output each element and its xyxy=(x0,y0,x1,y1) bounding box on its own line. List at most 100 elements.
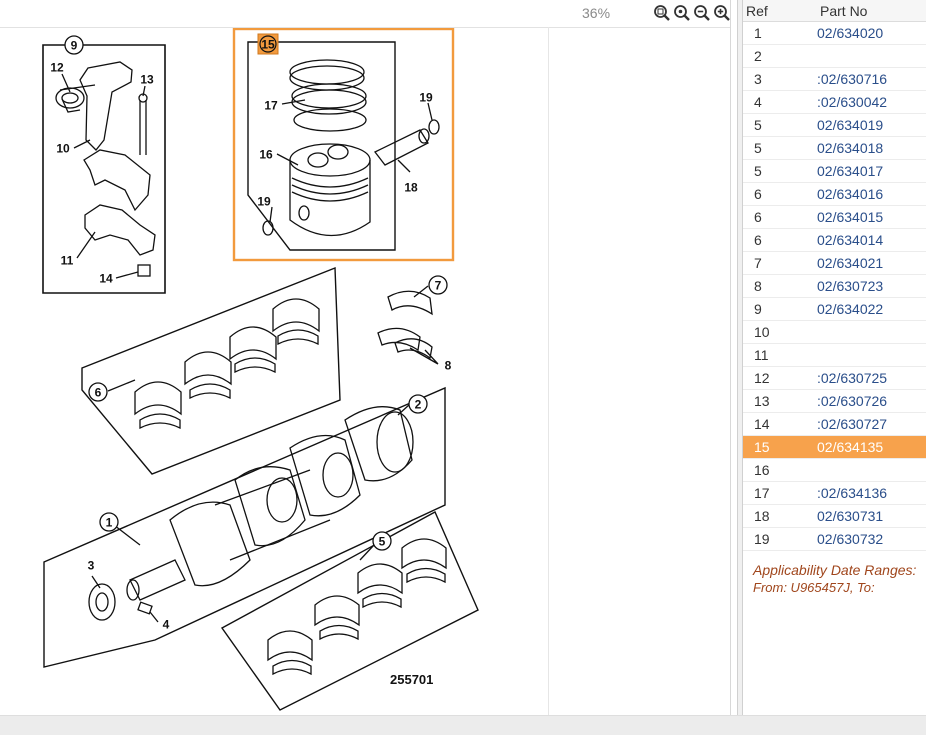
callout-1[interactable]: 1 xyxy=(99,512,119,532)
parts-row-selected[interactable]: 15 02/634135 xyxy=(743,436,926,459)
ref-column-header[interactable]: Ref xyxy=(746,3,768,19)
part-no-link[interactable]: :02/630716 xyxy=(817,71,887,87)
callout-18[interactable]: 18 xyxy=(404,181,418,195)
part-no-link[interactable]: 02/630731 xyxy=(817,508,883,524)
parts-row[interactable]: 11 xyxy=(743,344,926,367)
parts-row[interactable]: 19 02/630732 xyxy=(743,528,926,551)
callout-15[interactable]: 15 xyxy=(257,33,279,55)
callout-16[interactable]: 16 xyxy=(259,148,273,162)
parts-row[interactable]: 6 02/634016 xyxy=(743,183,926,206)
zoom-level: 36% xyxy=(582,5,611,21)
part-no-column-header[interactable]: Part No xyxy=(820,3,867,19)
parts-row[interactable]: 3 :02/630716 xyxy=(743,68,926,91)
ref-cell: 11 xyxy=(754,347,769,363)
callout-11[interactable]: 11 xyxy=(61,254,74,268)
zoom-actual-icon[interactable] xyxy=(673,4,691,22)
parts-row[interactable]: 8 02/630723 xyxy=(743,275,926,298)
part-no-link[interactable]: 02/634015 xyxy=(817,209,883,225)
part-no-link[interactable]: 02/634022 xyxy=(817,301,883,317)
parts-row[interactable]: 10 xyxy=(743,321,926,344)
ref-cell: 17 xyxy=(754,485,770,501)
parts-row[interactable]: 7 02/634021 xyxy=(743,252,926,275)
part-no-link[interactable]: 02/634020 xyxy=(817,25,883,41)
parts-list-panel: Ref Part No 1 02/634020 2 3 :02/630716 4:02/6… xyxy=(743,0,926,715)
callout-5[interactable]: 5 xyxy=(372,531,392,551)
callout-label: 11 xyxy=(61,254,74,268)
parts-row[interactable]: 16 xyxy=(743,459,926,482)
part-no-link[interactable]: 02/634017 xyxy=(817,163,883,179)
callout-19[interactable]: 19 xyxy=(419,91,433,105)
callout-4[interactable]: 4 xyxy=(163,618,170,632)
callout-3[interactable]: 3 xyxy=(88,559,95,573)
applicability-title: Applicability Date Ranges: xyxy=(753,562,917,578)
parts-row[interactable]: 6 02/634014 xyxy=(743,229,926,252)
parts-row[interactable]: 17 :02/634136 xyxy=(743,482,926,505)
callout-17[interactable]: 17 xyxy=(264,99,278,113)
callout-7[interactable]: 7 xyxy=(428,275,448,295)
ref-cell: 5 xyxy=(754,117,762,133)
callout-label: 2 xyxy=(415,398,422,412)
status-bar xyxy=(0,715,926,735)
parts-row[interactable]: 5 02/634017 xyxy=(743,160,926,183)
ref-cell: 8 xyxy=(754,278,762,294)
callout-label: 9 xyxy=(71,39,78,53)
part-no-link[interactable]: 02/630732 xyxy=(817,531,883,547)
parts-row[interactable]: 2 xyxy=(743,45,926,68)
ref-cell: 5 xyxy=(754,140,762,156)
diagram-edge xyxy=(548,27,549,715)
part-no-link[interactable]: 02/634135 xyxy=(817,439,883,455)
zoom-out-icon[interactable] xyxy=(693,4,711,22)
parts-row[interactable]: 9 02/634022 xyxy=(743,298,926,321)
parts-row[interactable]: 14:02/630727 xyxy=(743,413,926,436)
callout-label: 14 xyxy=(99,272,113,286)
callout-9[interactable]: 9 xyxy=(64,35,84,55)
part-no-link[interactable]: :02/630726 xyxy=(817,393,887,409)
zoom-fit-icon[interactable] xyxy=(653,4,671,22)
viewer-edge xyxy=(730,0,731,715)
drawing-number: 255701 xyxy=(390,672,433,687)
callout-13[interactable]: 13 xyxy=(140,73,154,87)
part-no-link[interactable]: 02/630723 xyxy=(817,278,883,294)
part-no-link[interactable]: 02/634014 xyxy=(817,232,883,248)
callout-19[interactable]: 19 xyxy=(257,195,271,209)
part-no-link[interactable]: 02/634018 xyxy=(817,140,883,156)
callout-label: 1 xyxy=(106,516,113,530)
parts-row[interactable]: 1 02/634020 xyxy=(743,22,926,45)
parts-row[interactable]: 4:02/630042 xyxy=(743,91,926,114)
upper-bearing-shells xyxy=(134,298,320,430)
callout-12[interactable]: 12 xyxy=(50,61,64,75)
callout-label: 15 xyxy=(261,38,275,52)
callout-14[interactable]: 14 xyxy=(99,272,113,286)
callout-label: 12 xyxy=(50,61,64,75)
part-no-link[interactable]: :02/630725 xyxy=(817,370,887,386)
callout-label: 16 xyxy=(259,148,273,162)
parts-row[interactable]: 18 02/630731 xyxy=(743,505,926,528)
callout-label: 19 xyxy=(419,91,433,105)
applicability-info: Applicability Date Ranges: From: U965457… xyxy=(753,562,926,595)
part-no-link[interactable]: 02/634021 xyxy=(817,255,883,271)
zoom-in-icon[interactable] xyxy=(713,4,731,22)
callout-10[interactable]: 10 xyxy=(56,142,70,156)
part-no-link[interactable]: :02/630042 xyxy=(817,94,887,110)
parts-row[interactable]: 5 02/634018 xyxy=(743,137,926,160)
ref-cell: 3 xyxy=(754,71,762,87)
part-no-link[interactable]: 02/634016 xyxy=(817,186,883,202)
part-no-link[interactable]: :02/634136 xyxy=(817,485,887,501)
callout-2[interactable]: 2 xyxy=(408,394,428,414)
ref-cell: 12 xyxy=(754,370,770,386)
part-no-link[interactable]: 02/634019 xyxy=(817,117,883,133)
ref-cell: 13 xyxy=(754,393,770,409)
diagram-viewer[interactable]: 36% 9 12 13 10 11 14 15 17 16 19 18 19 7… xyxy=(0,0,737,735)
ref-cell: 7 xyxy=(754,255,762,271)
ref-cell: 5 xyxy=(754,163,762,179)
parts-row[interactable]: 13 :02/630726 xyxy=(743,390,926,413)
callout-8[interactable]: 8 xyxy=(445,359,452,373)
callout-6[interactable]: 6 xyxy=(88,382,108,402)
viewer-toolbar: 36% xyxy=(0,0,737,27)
ref-cell: 6 xyxy=(754,232,762,248)
exploded-parts-diagram: 9121310111415171619181978621345 255701 xyxy=(42,28,479,711)
parts-row[interactable]: 5 02/634019 xyxy=(743,114,926,137)
part-no-link[interactable]: :02/630727 xyxy=(817,416,887,432)
parts-row[interactable]: 12 :02/630725 xyxy=(743,367,926,390)
parts-row[interactable]: 6 02/634015 xyxy=(743,206,926,229)
